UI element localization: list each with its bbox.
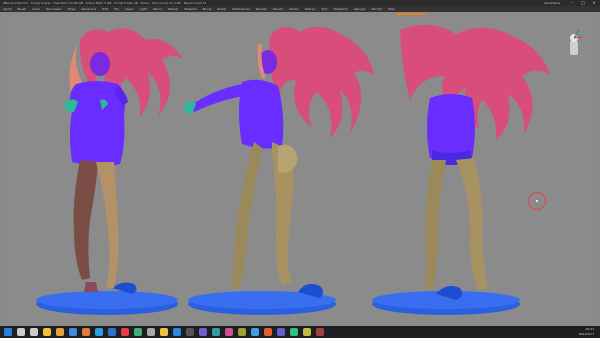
photoshop-icon[interactable] (108, 328, 116, 336)
figure-side-hair (269, 26, 374, 138)
figure-back-hair (400, 24, 550, 140)
app8-icon[interactable] (290, 328, 298, 336)
figure-front-legs (73, 160, 98, 280)
figure-front-view (36, 28, 184, 315)
app3-icon[interactable] (225, 328, 233, 336)
store-icon[interactable] (95, 328, 103, 336)
app10-icon[interactable] (316, 328, 324, 336)
settings-icon[interactable] (147, 328, 155, 336)
task-view-icon[interactable] (30, 328, 38, 336)
figure-side-shirt (239, 79, 284, 149)
sculpt-scene (36, 24, 550, 315)
app6-icon[interactable] (264, 328, 272, 336)
folder-icon[interactable] (160, 328, 168, 336)
search-icon[interactable] (17, 328, 25, 336)
app4-icon[interactable] (238, 328, 246, 336)
system-clock[interactable]: 10:31 2021/4/17 (579, 327, 594, 337)
orientation-gizmo[interactable] (563, 29, 585, 59)
figure-side-glove (184, 101, 196, 114)
app7-icon[interactable] (277, 328, 285, 336)
figure-back-legs (424, 160, 446, 290)
brush-cursor (528, 192, 546, 210)
media-icon[interactable] (121, 328, 129, 336)
mail-icon[interactable] (69, 328, 77, 336)
app5-icon[interactable] (251, 328, 259, 336)
edge-icon[interactable] (173, 328, 181, 336)
figure-side-view (184, 26, 374, 315)
app9-icon[interactable] (303, 328, 311, 336)
windows-icon[interactable] (4, 328, 12, 336)
browser-icon[interactable] (56, 328, 64, 336)
clock-date: 2021/4/17 (578, 332, 594, 336)
app2-icon[interactable] (212, 328, 220, 336)
explorer-icon[interactable] (43, 328, 51, 336)
chat-icon[interactable] (134, 328, 142, 336)
taskbar: 10:31 2021/4/17 (0, 326, 600, 338)
figure-back-view (372, 24, 550, 315)
terminal-icon[interactable] (186, 328, 194, 336)
app-icon[interactable] (199, 328, 207, 336)
figure-side-legs (230, 142, 262, 288)
zbrush-icon[interactable] (82, 328, 90, 336)
